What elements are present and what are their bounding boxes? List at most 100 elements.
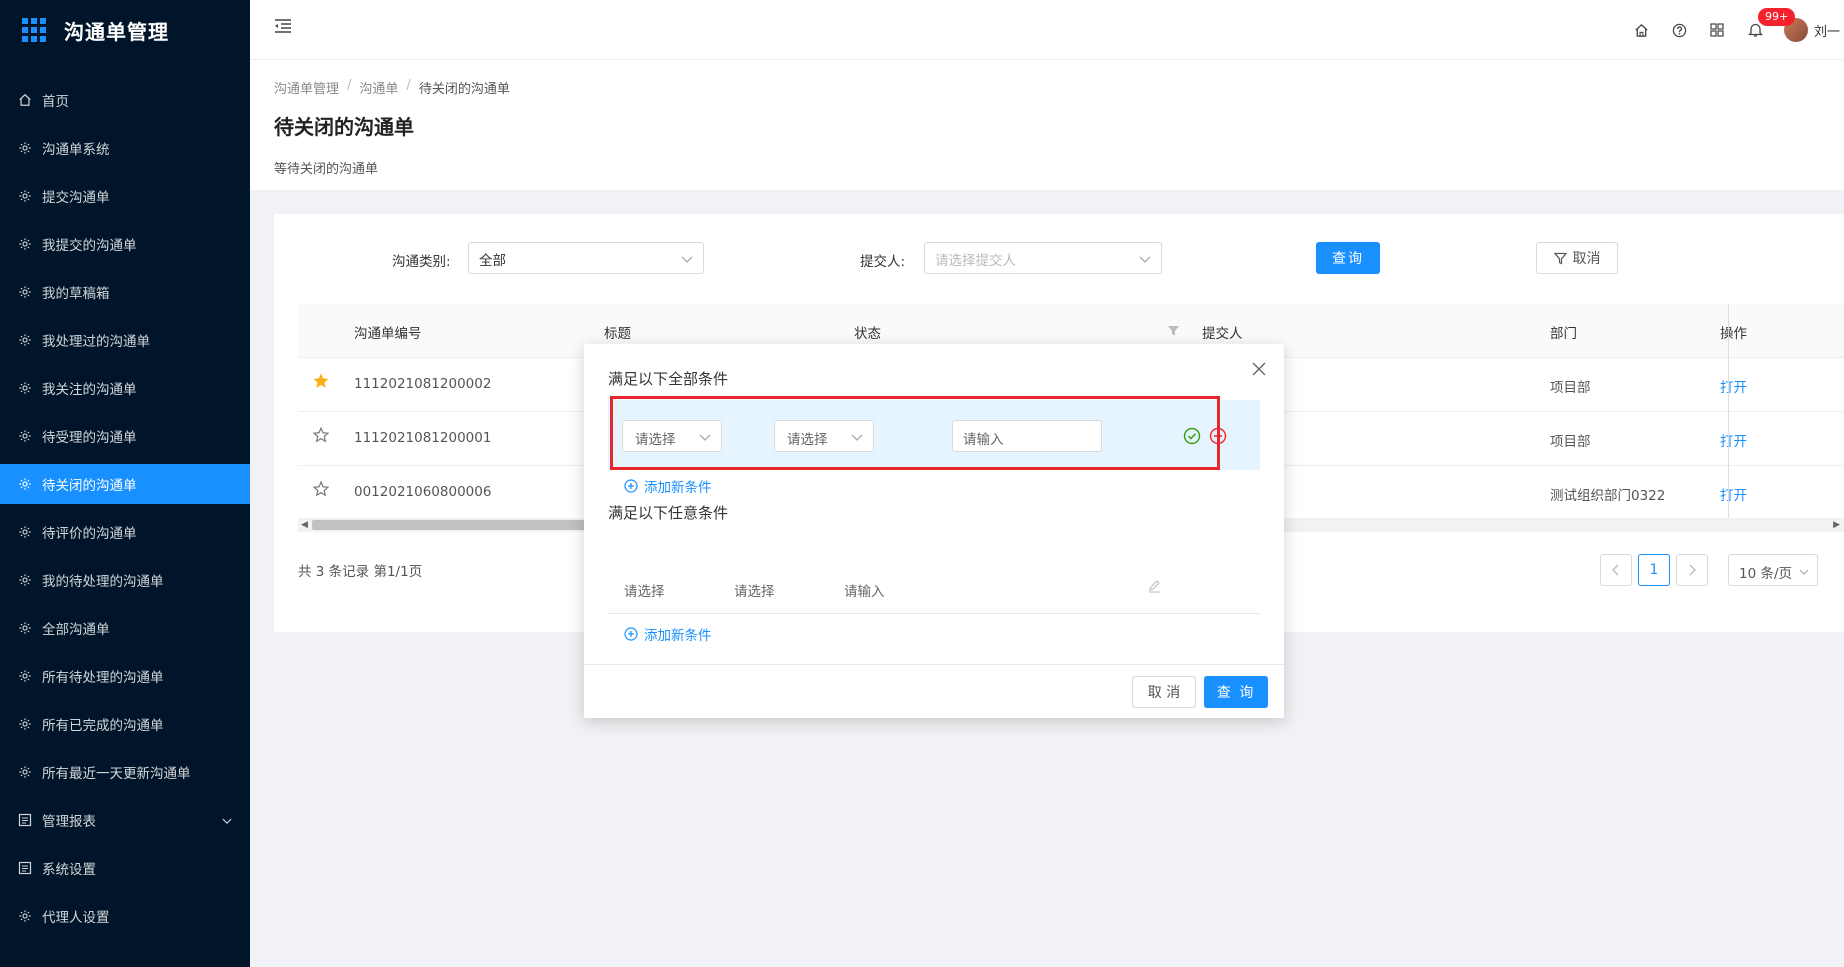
sidebar-item[interactable]: 系统设置 — [0, 848, 250, 888]
top-header: 99+ 刘一 — [250, 0, 1844, 60]
sidebar-item[interactable]: 沟通单系统 — [0, 128, 250, 168]
apps-icon[interactable] — [1698, 0, 1736, 60]
sidebar-item-label: 所有已完成的沟通单 — [42, 718, 164, 734]
query-button[interactable]: 查询 — [1316, 242, 1380, 274]
sidebar-item-label: 所有待处理的沟通单 — [42, 670, 164, 686]
username[interactable]: 刘一 — [1814, 21, 1844, 40]
field-cell: 请选择 — [624, 584, 665, 600]
report-icon — [18, 861, 32, 875]
column-header-title: 标题 — [604, 326, 631, 342]
sidebar-item-label: 我的待处理的沟通单 — [42, 574, 164, 590]
help-icon[interactable] — [1660, 0, 1698, 60]
app-logo[interactable]: 沟通单管理 — [0, 0, 250, 60]
home-icon — [18, 93, 32, 107]
gear-icon — [18, 765, 32, 779]
sidebar-item-label: 管理报表 — [42, 814, 96, 830]
scroll-left-icon[interactable]: ◀ — [301, 520, 308, 530]
cell-department: 项目部 — [1550, 434, 1591, 450]
notification-bell-icon[interactable]: 99+ — [1736, 0, 1796, 60]
highlight-box — [610, 396, 1220, 470]
sidebar-item-label: 待评价的沟通单 — [42, 526, 137, 542]
cell-id: 1112021081200002 — [354, 376, 492, 392]
scroll-right-icon[interactable]: ▶ — [1833, 520, 1840, 530]
filter-icon[interactable] — [1168, 324, 1179, 340]
sidebar-item[interactable]: 我的草稿箱 — [0, 272, 250, 312]
add-condition-link-all[interactable]: 添加新条件 — [624, 476, 712, 496]
cell-id: 1112021081200001 — [354, 430, 492, 446]
sidebar-item-label: 系统设置 — [42, 862, 96, 878]
sidebar-item[interactable]: 我关注的沟通单 — [0, 368, 250, 408]
modal-query-button[interactable]: 查 询 — [1204, 676, 1268, 708]
app-title: 沟通单管理 — [64, 19, 169, 44]
report-icon — [18, 813, 32, 827]
add-condition-link-any[interactable]: 添加新条件 — [624, 624, 712, 644]
breadcrumb: 沟通单管理 / 沟通单 / 待关闭的沟通单 — [274, 78, 1844, 97]
sidebar-item-label: 我提交的沟通单 — [42, 238, 137, 254]
star-filled-icon[interactable] — [312, 372, 330, 394]
page-size-select[interactable]: 10 条/页 — [1728, 554, 1818, 586]
breadcrumb-separator: / — [406, 78, 411, 93]
modal-cancel-button[interactable]: 取 消 — [1132, 676, 1196, 708]
gear-icon — [18, 573, 32, 587]
fixed-column-divider — [1728, 304, 1729, 520]
sidebar-item[interactable]: 我处理过的沟通单 — [0, 320, 250, 360]
sidebar-item[interactable]: 所有已完成的沟通单 — [0, 704, 250, 744]
sidebar-item[interactable]: 所有最近一天更新沟通单 — [0, 752, 250, 792]
all-conditions-title: 满足以下全部条件 — [608, 370, 729, 388]
open-link[interactable]: 打开 — [1720, 376, 1747, 396]
sidebar-item-label: 待受理的沟通单 — [42, 430, 137, 446]
sidebar-item[interactable]: 首页 — [0, 80, 250, 120]
sidebar-item[interactable]: 我提交的沟通单 — [0, 224, 250, 264]
sidebar-item[interactable]: 全部沟通单 — [0, 608, 250, 648]
sidebar-item-label: 我处理过的沟通单 — [42, 334, 150, 350]
column-header-submitter: 提交人 — [1202, 326, 1243, 342]
submitter-label: 提交人: — [860, 254, 906, 270]
gear-icon — [18, 333, 32, 347]
sidebar-item[interactable]: 管理报表 — [0, 800, 250, 840]
close-icon[interactable] — [1252, 362, 1266, 380]
plus-circle-icon — [624, 479, 638, 493]
home-icon[interactable] — [1622, 0, 1660, 60]
notification-badge: 99+ — [1758, 8, 1796, 26]
category-select[interactable]: 全部 — [468, 242, 704, 274]
gear-icon — [18, 909, 32, 923]
cell-department: 测试组织部门0322 — [1550, 488, 1666, 504]
column-header-status: 状态 — [854, 326, 881, 342]
sidebar-item-label: 我的草稿箱 — [42, 286, 110, 302]
prev-page-button[interactable] — [1600, 554, 1632, 586]
sidebar-item[interactable]: 代理人设置 — [0, 896, 250, 936]
chevron-down-icon — [681, 252, 693, 268]
any-conditions-title: 满足以下任意条件 — [608, 504, 729, 522]
breadcrumb-item[interactable]: 沟通单管理 — [274, 78, 339, 97]
sidebar-item-label: 提交沟通单 — [42, 190, 110, 206]
menu-fold-icon[interactable] — [274, 18, 292, 38]
sidebar-item[interactable]: 待评价的沟通单 — [0, 512, 250, 552]
column-header-id: 沟通单编号 — [354, 326, 422, 342]
page-size-value: 10 条/页 — [1739, 566, 1793, 582]
advanced-filter-modal: 满足以下全部条件 请选择 请选择 请输入 添加新条件 满足以下任意条件 请选择 … — [584, 344, 1284, 718]
sidebar-item[interactable]: 待关闭的沟通单 — [0, 464, 250, 504]
submitter-select[interactable]: 请选择提交人 — [924, 242, 1162, 274]
gear-icon — [18, 429, 32, 443]
next-page-button[interactable] — [1676, 554, 1708, 586]
sidebar-item[interactable]: 待受理的沟通单 — [0, 416, 250, 456]
sidebar-item[interactable]: 提交沟通单 — [0, 176, 250, 216]
sidebar-item[interactable]: 我的待处理的沟通单 — [0, 560, 250, 600]
gear-icon — [18, 237, 32, 251]
page-header: 沟通单管理 / 沟通单 / 待关闭的沟通单 待关闭的沟通单 等待关闭的沟通单 — [250, 60, 1844, 190]
breadcrumb-item[interactable]: 沟通单 — [359, 78, 398, 97]
star-outline-icon[interactable] — [312, 480, 330, 502]
edit-icon[interactable] — [1148, 580, 1161, 597]
open-link[interactable]: 打开 — [1720, 484, 1747, 504]
gear-icon — [18, 525, 32, 539]
chevron-down-icon — [1139, 252, 1151, 268]
cancel-filter-button[interactable]: 取消 — [1536, 242, 1618, 274]
sidebar-item[interactable]: 所有待处理的沟通单 — [0, 656, 250, 696]
star-outline-icon[interactable] — [312, 426, 330, 448]
cell-department: 项目部 — [1550, 380, 1591, 396]
operator-cell: 请选择 — [734, 584, 775, 600]
open-link[interactable]: 打开 — [1720, 430, 1747, 450]
any-condition-row[interactable]: 请选择 请选择 请输入 — [608, 562, 1260, 614]
page-number[interactable]: 1 — [1638, 554, 1670, 586]
sidebar-item-label: 沟通单系统 — [42, 142, 110, 158]
